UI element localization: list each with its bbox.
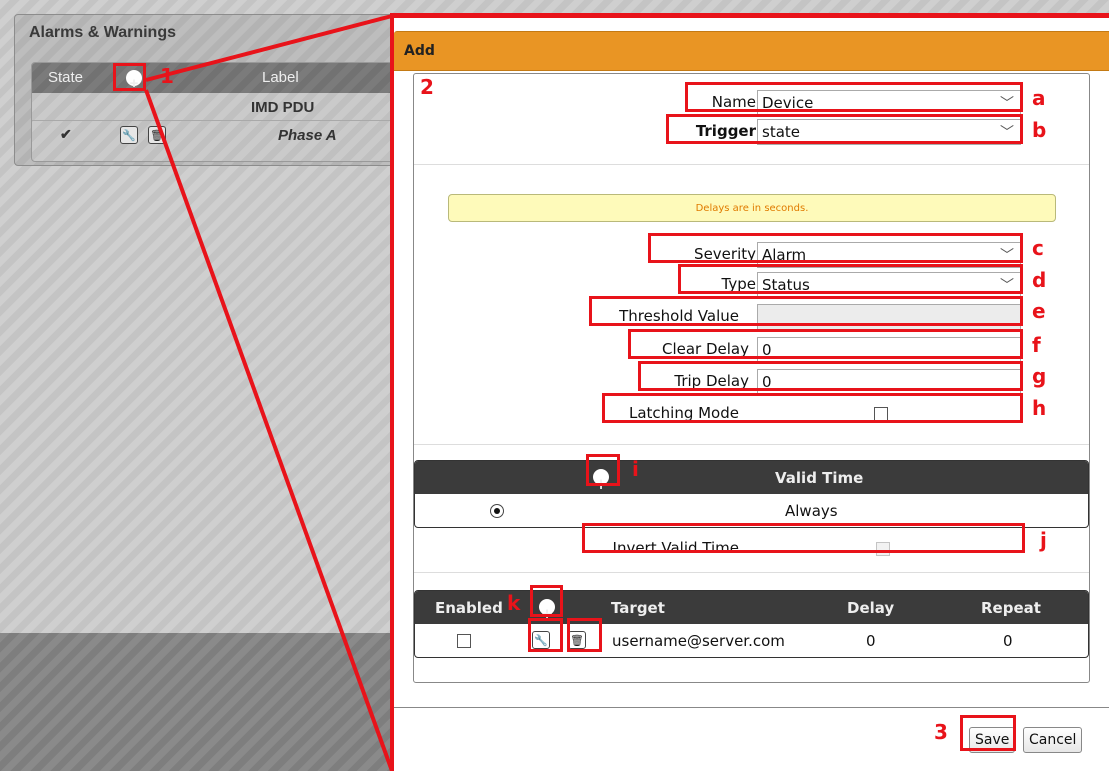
callout-box-a: [685, 82, 1023, 112]
callout-3: 3: [934, 720, 948, 744]
background-band: [0, 633, 390, 771]
callout-c: c: [1032, 236, 1044, 260]
callout-box-3: [960, 715, 1016, 751]
callout-d: d: [1032, 268, 1047, 292]
delay-notice: Delays are in seconds.: [448, 194, 1056, 222]
dialog-footer-divider: [394, 707, 1109, 708]
callout-box-e: [589, 296, 1023, 326]
callout-2: 2: [420, 75, 434, 99]
callout-b: b: [1032, 118, 1047, 142]
callout-box-h: [602, 393, 1023, 423]
callout-j: j: [1040, 528, 1047, 552]
delete-alarm-button[interactable]: 🗑: [148, 126, 166, 144]
column-repeat: Repeat: [981, 599, 1041, 617]
callout-f: f: [1032, 333, 1041, 357]
divider: [414, 572, 1089, 573]
callout-1: 1: [160, 64, 174, 88]
divider: [414, 164, 1089, 165]
grid-header: State + Label: [32, 63, 414, 93]
callout-box-edit: [528, 618, 563, 652]
callout-box-c: [648, 233, 1023, 263]
dialog-title: Add: [404, 43, 435, 59]
callout-k: k: [507, 591, 521, 615]
target-enabled-checkbox[interactable]: [457, 634, 471, 648]
callout-box-k: [530, 585, 563, 617]
alarms-grid: State + Label IMD PDU ✔ 🔧 🗑 Phase A: [31, 62, 415, 162]
alarms-warnings-panel: Alarms & Warnings State + Label IMD PDU …: [14, 14, 415, 166]
target-address: username@server.com: [612, 632, 785, 650]
table-row: ✔ 🔧 🗑 Phase A: [32, 121, 414, 149]
callout-g: g: [1032, 364, 1047, 388]
cancel-button[interactable]: Cancel: [1023, 727, 1083, 753]
callout-h: h: [1032, 396, 1047, 420]
radio-dot: [494, 508, 500, 514]
column-enabled: Enabled: [435, 599, 503, 617]
callout-box-g: [638, 361, 1023, 391]
row-label: Phase A: [278, 127, 337, 144]
valid-time-header: + Valid Time: [415, 461, 1088, 494]
target-delay: 0: [866, 632, 876, 650]
checkmark-icon: ✔: [60, 126, 72, 142]
column-target: Target: [611, 599, 665, 617]
column-state: State: [48, 69, 84, 86]
callout-box-j: [582, 523, 1025, 553]
wrench-icon: 🔧: [122, 128, 136, 142]
callout-box-d: [678, 264, 1023, 294]
callout-box-f: [628, 329, 1023, 359]
trash-icon: 🗑: [150, 128, 164, 142]
group-row: IMD PDU: [32, 93, 414, 121]
target-repeat: 0: [1003, 632, 1013, 650]
group-label: IMD PDU: [251, 99, 315, 116]
callout-a: a: [1032, 86, 1046, 110]
panel-title: Alarms & Warnings: [29, 24, 176, 41]
column-label: Label: [262, 69, 299, 86]
valid-time-value: Always: [785, 502, 838, 520]
column-delay: Delay: [847, 599, 895, 617]
callout-box-i: [586, 454, 620, 486]
callout-box-1: [113, 63, 146, 91]
divider: [414, 444, 1089, 445]
edit-alarm-button[interactable]: 🔧: [120, 126, 138, 144]
callout-box-delete: [567, 618, 602, 652]
valid-time-column: Valid Time: [775, 469, 864, 487]
callout-box-b: [666, 114, 1023, 144]
always-radio[interactable]: [490, 504, 504, 518]
callout-e: e: [1032, 299, 1046, 323]
table-row: 🔧 🗑 username@server.com 0 0: [415, 624, 1088, 657]
dialog-header: Add: [394, 31, 1109, 71]
callout-i: i: [632, 457, 639, 481]
valid-time-table: + Valid Time Always: [414, 460, 1089, 528]
